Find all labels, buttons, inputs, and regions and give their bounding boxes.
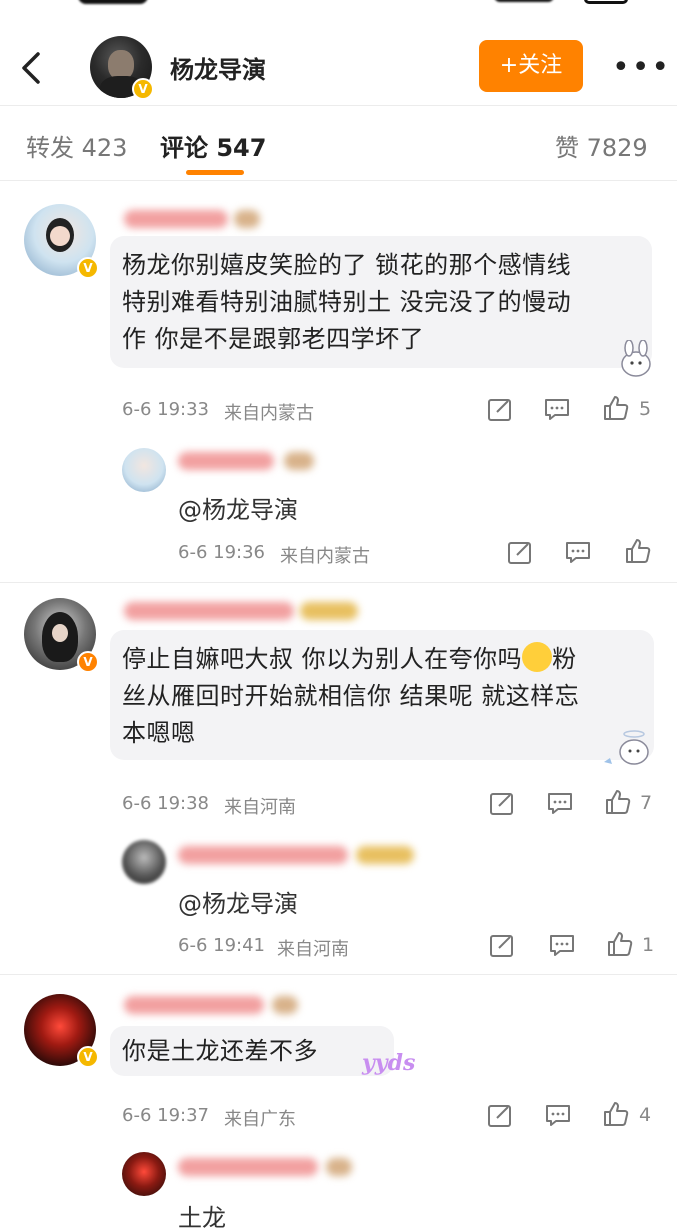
reply-time: 6-6 19:36 [178,542,265,563]
more-icon[interactable]: ••• [612,50,671,85]
verified-badge-icon: V [132,78,154,100]
reply-text[interactable]: @杨龙导演 [178,884,298,919]
reply-time: 6-6 19:41 [178,935,265,956]
repost-icon[interactable] [488,789,516,817]
like-icon[interactable] [606,930,634,958]
back-arrow-icon[interactable] [18,50,48,86]
like-icon[interactable] [602,394,630,422]
bubble-sticker-bunny [614,339,658,380]
active-tab-indicator [186,170,244,175]
like-icon[interactable] [602,1100,630,1128]
reply-location: 来自河南 [277,939,349,960]
status-bar [0,0,677,10]
repost-icon[interactable] [488,931,516,959]
reply-name-blurred[interactable] [178,452,274,470]
comment-time: 6-6 19:33 [122,399,209,420]
repost-icon[interactable] [486,395,514,423]
follow-button[interactable]: +关注 [479,40,583,92]
reply-name-blurred[interactable] [178,1158,318,1176]
reply-text[interactable]: @杨龙导演 [178,490,298,525]
user-level-badge [356,846,414,864]
comment-text-line: 作 你是不是跟郭老四学坏了 [122,325,425,353]
bubble-sticker-angel [600,724,658,770]
reply-avatar[interactable] [122,1152,166,1196]
comment-text-line: 本嗯嗯 [122,719,196,747]
like-count: 4 [639,1104,652,1126]
reply-name-blurred[interactable] [178,846,348,864]
tab-reposts[interactable]: 转发 423 [26,128,127,163]
verified-badge-icon: V [77,257,99,279]
like-count: 7 [640,792,653,814]
comment-divider [0,582,677,583]
comment-location: 来自河南 [224,797,296,818]
user-level-badge [326,1158,352,1176]
comment-time: 6-6 19:38 [122,793,209,814]
tabs-divider [0,180,677,181]
comment-text-line: 你是土龙还差不多 [122,1037,318,1065]
comment-icon[interactable] [543,395,571,423]
tab-likes[interactable]: 赞 7829 [555,128,648,163]
like-count: 5 [639,398,652,420]
comment-text-line: 停止自嫲吧大叔 你以为别人在夸你吗粉 [122,641,577,678]
like-icon[interactable] [604,788,632,816]
verified-badge-icon: V [77,1046,99,1068]
verified-badge-icon: V [77,651,99,673]
comment-icon[interactable] [564,538,592,566]
comment-divider [0,974,677,975]
like-count: 1 [642,934,655,956]
comment-time: 6-6 19:37 [122,1105,209,1126]
user-level-badge [234,210,260,228]
like-icon[interactable] [624,537,652,565]
comment-icon[interactable] [546,789,574,817]
comment-text-line: 特别难看特别油腻特别土 没完没了的慢动 [122,288,572,316]
user-level-badge [300,602,358,620]
reply-location: 来自内蒙古 [280,546,370,567]
user-level-badge [272,996,298,1014]
bubble-sticker-yyds: yyds [362,1050,416,1076]
tab-comments[interactable]: 评论 547 [160,128,266,163]
comment-location: 来自广东 [224,1109,296,1130]
repost-icon[interactable] [506,538,534,566]
comment-text-line: 丝从雁回时开始就相信你 结果呢 就这样忘 [122,682,580,710]
smile-emoji-icon [522,642,553,672]
comment-icon[interactable] [544,1101,572,1129]
comment-text-line: 杨龙你别嬉皮笑脸的了 锁花的那个感情线 [122,251,572,279]
commenter-name-blurred[interactable] [124,996,264,1014]
comment-location: 来自内蒙古 [224,403,314,424]
commenter-name-blurred[interactable] [124,210,228,228]
repost-icon[interactable] [486,1101,514,1129]
author-name[interactable]: 杨龙导演 [170,50,266,85]
commenter-name-blurred[interactable] [124,602,294,620]
tab-bar: 转发 423 评论 547 赞 7829 [0,106,677,180]
comment-icon[interactable] [548,931,576,959]
reply-text[interactable]: 土龙 [178,1198,226,1228]
user-level-badge [284,452,314,470]
post-header: V 杨龙导演 +关注 ••• [0,28,677,106]
reply-avatar[interactable] [122,448,166,492]
reply-avatar[interactable] [122,840,166,884]
